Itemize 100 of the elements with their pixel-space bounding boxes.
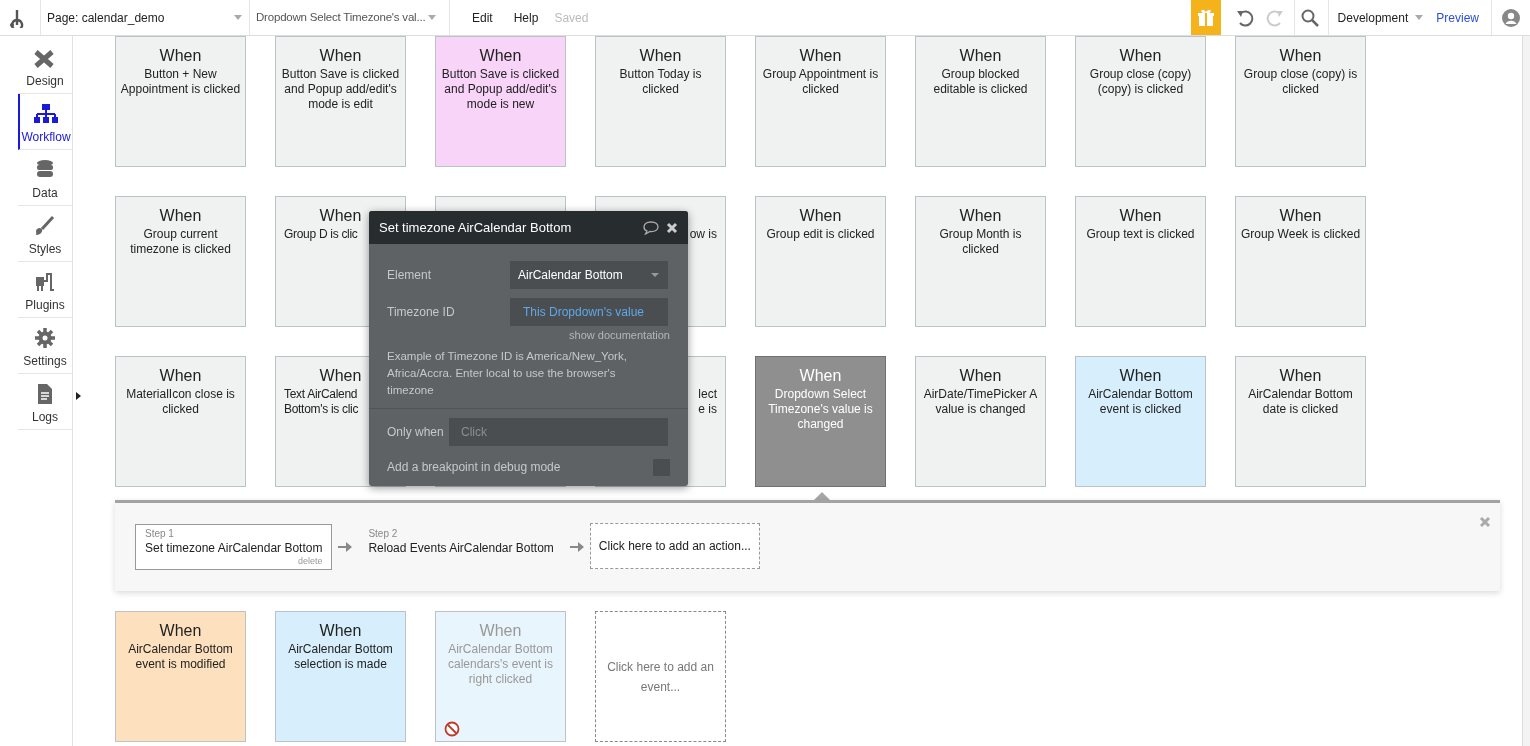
event-description: Group text is clicked [1086, 227, 1195, 242]
step-number: Step 2 [368, 527, 399, 540]
event-card[interactable]: When AirCalendar Bottom date is clicked [1235, 356, 1366, 487]
card-title: When [638, 46, 683, 66]
scrollbar[interactable] [1522, 36, 1530, 746]
element-dropdown[interactable]: AirCalendar Bottom [510, 261, 668, 289]
event-card[interactable]: When Group Month is clicked [915, 196, 1046, 327]
event-description: AirCalendar Bottom event is modified [128, 642, 233, 672]
add-action-button[interactable]: Click here to add an action... [589, 522, 760, 569]
condition-field[interactable]: Click [449, 418, 668, 446]
arrow-right-icon [569, 541, 584, 553]
sidebar-tab[interactable]: Logs [18, 374, 72, 430]
sidebar-tab[interactable]: Workflow [18, 94, 72, 150]
event-card[interactable]: When MaterialIcon close is clicked [115, 356, 246, 487]
add-event-card[interactable]: Click here to add an event... [595, 611, 726, 742]
caret-icon [650, 272, 660, 278]
card-title: When [318, 206, 363, 226]
undo-icon[interactable] [1234, 7, 1255, 28]
plug-icon [33, 271, 57, 293]
event-description: AirCalendar Bottom date is clicked [1248, 387, 1353, 417]
event-description: MaterialIcon close is clicked [126, 387, 235, 417]
sidebar-tab[interactable]: Styles [18, 206, 72, 262]
environment-dropdown[interactable]: Development [1327, 0, 1437, 35]
brush-icon [33, 215, 57, 237]
card-title: When [318, 621, 363, 641]
page-dropdown[interactable]: Page: calendar_demo [40, 0, 250, 35]
event-card[interactable]: When Button + New Appointment is clicked [115, 36, 246, 167]
card-title: When [478, 46, 523, 66]
card-title: When [1278, 366, 1323, 386]
event-card[interactable]: When AirCalendar Bottom selection is made [275, 611, 406, 742]
card-title: When [1118, 206, 1163, 226]
gift-icon [1196, 8, 1215, 27]
event-description: AirCalendar Bottom calendars's event is right clicked [448, 642, 553, 687]
event-card[interactable]: When Button Save is clicked and Popup add/edit's mode is new [435, 36, 566, 167]
event-card[interactable]: When AirDate/TimePicker A value is changed [915, 356, 1046, 487]
close-icon[interactable] [666, 221, 678, 234]
action-step[interactable]: Step 1 Set timezone AirCalendar Bottom delete [135, 524, 333, 570]
card-title: When [158, 621, 203, 641]
card-title: When [798, 206, 843, 226]
event-card[interactable]: When AirCalendar Bottom event is modified [115, 611, 246, 742]
event-card[interactable]: When Button Save is clicked and Popup add/edit's mode is edit [275, 36, 406, 167]
disabled-icon [444, 721, 460, 737]
step-label: Set timezone AirCalendar Bottom [145, 540, 323, 556]
avatar-icon[interactable] [1502, 8, 1520, 27]
card-title: When [158, 366, 203, 386]
event-card[interactable]: When Button Today is clicked [595, 36, 726, 167]
card-title: When [798, 46, 843, 66]
search-icon[interactable] [1300, 8, 1319, 27]
event-description: Button Save is clicked and Popup add/edit's mode is edit [281, 67, 400, 112]
event-description: Group D is clic [283, 227, 358, 242]
event-description: Button Today is clicked [619, 67, 702, 97]
event-card[interactable]: When Group blocked editable is clicked [915, 36, 1046, 167]
expand-arrow-icon[interactable] [76, 392, 81, 400]
event-description: AirCalendar Bottom event is clicked [1088, 387, 1193, 417]
event-card[interactable]: When Group Appointment is clicked [755, 36, 886, 167]
event-card[interactable]: When Group Week is clicked [1235, 196, 1366, 327]
card-title: When [1278, 206, 1323, 226]
step-label: Reload Events AirCalendar Bottom [368, 540, 554, 556]
card-title: When [958, 46, 1003, 66]
event-card[interactable]: When Group text is clicked [1075, 196, 1206, 327]
event-card[interactable]: When Group current timezone is clicked [115, 196, 246, 327]
event-description: Text AirCalend Bottom's is clic [283, 387, 359, 417]
card-title: When [318, 46, 363, 66]
event-description: AirDate/TimePicker A value is changed [923, 387, 1038, 417]
event-description: Group current timezone is clicked [130, 227, 231, 257]
event-description: Button Save is clicked and Popup add/edit's mode is new [441, 67, 560, 112]
event-description: Group Week is clicked [1240, 227, 1361, 242]
card-title: When [1118, 366, 1163, 386]
sidebar-tab[interactable]: Data [18, 150, 72, 206]
card-title: When [478, 621, 523, 641]
card-title: When [798, 366, 843, 386]
event-description: Button + New Appointment is clicked [120, 67, 241, 97]
sidebar-tab[interactable]: Plugins [18, 262, 72, 318]
card-title: When [1118, 46, 1163, 66]
sidebar-tab[interactable]: Settings [18, 318, 72, 374]
event-card[interactable]: When AirCalendar Bottom event is clicked [1075, 356, 1206, 487]
sidebar-tab[interactable]: Design [18, 38, 72, 94]
save-status: Saved [554, 9, 589, 27]
preview-link[interactable]: Preview [1436, 8, 1479, 27]
event-card[interactable]: When Group edit is clicked [755, 196, 886, 327]
event-description: Dropdown Select Timezone's value is changed [768, 387, 873, 432]
add-event-text: Click here to add an event... [607, 658, 714, 696]
comment-icon[interactable] [642, 220, 660, 235]
hierarchy-icon [34, 103, 58, 125]
event-description: Group Month is clicked [939, 227, 1022, 257]
card-title: When [958, 206, 1003, 226]
event-card[interactable]: When Group close (copy) (copy) is clicked [1075, 36, 1206, 167]
caret-icon [427, 14, 438, 21]
event-card[interactable]: When Group close (copy) is clicked [1235, 36, 1366, 167]
action-step[interactable]: Step 2 Reload Events AirCalendar Bottom [358, 524, 564, 570]
card-title: When [958, 366, 1003, 386]
event-description: Group Appointment is clicked [762, 67, 879, 97]
event-description: Group close (copy) (copy) is clicked [1089, 67, 1192, 97]
event-description: Group edit is clicked [766, 227, 875, 242]
event-description: Group blocked editable is clicked [933, 67, 1028, 97]
menu-item[interactable]: Edit [472, 8, 493, 27]
menu-item[interactable]: Help [513, 8, 539, 27]
caret-icon [1414, 14, 1425, 21]
card-title: When [158, 206, 203, 226]
workflow-dropdown[interactable]: Dropdown Select Timezone's val... [250, 0, 450, 35]
